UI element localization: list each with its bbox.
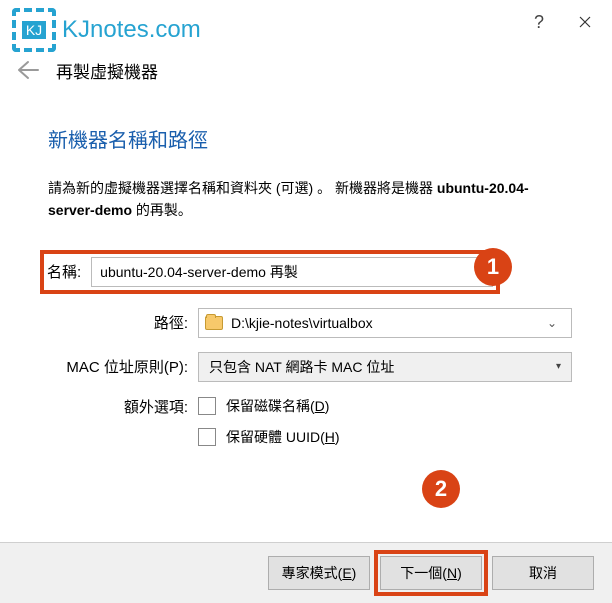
next-button[interactable]: 下一個(N)	[380, 556, 482, 590]
name-highlight-box: 名稱:	[40, 250, 500, 294]
extra-row-1: 額外選項: 保留磁碟名稱(D)	[48, 396, 572, 417]
mac-value: 只包含 NAT 網路卡 MAC 位址	[209, 357, 545, 377]
keep-hw-uuid-checkbox[interactable]	[198, 428, 216, 446]
mac-label: MAC 位址原則(P):	[48, 356, 188, 377]
name-label: 名稱:	[47, 261, 81, 282]
expert-mode-button[interactable]: 專家模式(E)	[268, 556, 370, 590]
cancel-button[interactable]: 取消	[492, 556, 594, 590]
section-description: 請為新的虛擬機器選擇名稱和資料夾 (可選) 。 新機器將是機器 ubuntu-2…	[48, 177, 572, 222]
keep-hw-uuid-label: 保留硬體 UUID(H)	[226, 427, 340, 447]
chevron-down-icon: ⌄	[539, 316, 565, 330]
desc-prefix: 請為新的虛擬機器選擇名稱和資料夾 (可選) 。 新機器將是機器	[48, 180, 437, 196]
name-input[interactable]	[91, 257, 493, 287]
path-value: D:\kjie-notes\virtualbox	[231, 315, 531, 331]
mac-row: MAC 位址原則(P): 只包含 NAT 網路卡 MAC 位址 ▾	[48, 352, 572, 382]
desc-suffix: 的再製。	[132, 202, 192, 218]
close-icon	[579, 16, 591, 28]
section-title: 新機器名稱和路徑	[48, 124, 572, 153]
footer: 專家模式(E) 下一個(N) 取消	[0, 543, 612, 603]
extra-label: 額外選項:	[48, 396, 188, 417]
watermark-text: KJnotes.com	[62, 16, 201, 44]
back-arrow-icon	[16, 60, 40, 80]
annotation-badge-1: 1	[474, 248, 512, 286]
path-selector[interactable]: D:\kjie-notes\virtualbox ⌄	[198, 308, 572, 338]
watermark-box-text: KJ	[22, 21, 46, 39]
watermark-logo: KJ KJnotes.com	[12, 8, 201, 52]
annotation-badge-2: 2	[422, 470, 460, 508]
folder-icon	[205, 316, 223, 330]
keep-disk-names-label: 保留磁碟名稱(D)	[226, 396, 329, 416]
back-button[interactable]	[14, 56, 42, 84]
help-button[interactable]: ?	[516, 6, 562, 38]
path-row: 路徑: D:\kjie-notes\virtualbox ⌄	[48, 308, 572, 338]
wizard-title: 再製虛擬機器	[56, 58, 158, 83]
close-button[interactable]	[562, 6, 608, 38]
caret-down-icon: ▾	[545, 361, 561, 372]
path-label: 路徑:	[48, 312, 188, 333]
extra-row-2: 保留硬體 UUID(H)	[48, 427, 572, 447]
keep-disk-names-checkbox[interactable]	[198, 397, 216, 415]
mac-policy-select[interactable]: 只包含 NAT 網路卡 MAC 位址 ▾	[198, 352, 572, 382]
